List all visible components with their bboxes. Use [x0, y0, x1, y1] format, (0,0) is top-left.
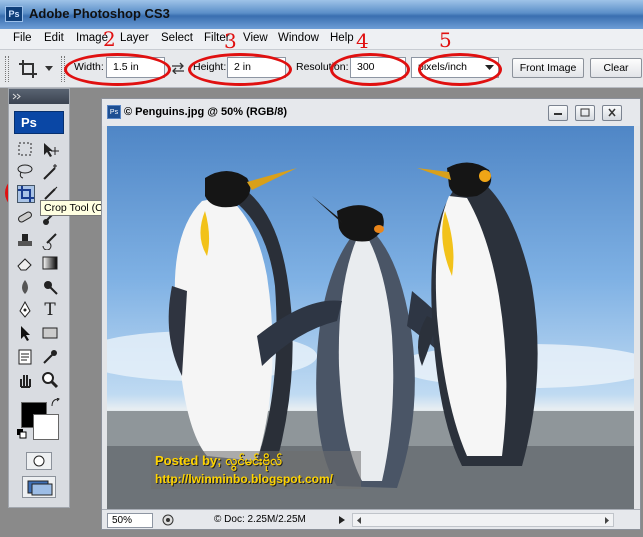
document-size: Doc: 2.25M/2.25M — [224, 514, 306, 525]
maximize-icon — [580, 108, 590, 117]
rectangle-icon[interactable] — [41, 324, 59, 342]
menu-edit[interactable]: Edit — [44, 32, 64, 44]
title-bar: Ps Adobe Photoshop CS3 — [0, 0, 643, 29]
menu-file[interactable]: File — [13, 32, 32, 44]
scroll-left-icon — [357, 517, 361, 524]
zoom-icon[interactable] — [41, 371, 59, 389]
clone-stamp-icon[interactable] — [16, 232, 34, 250]
collapse-arrows-icon[interactable] — [12, 93, 22, 100]
magic-wand-icon[interactable] — [41, 163, 59, 181]
watermark-url: http://lwinminbo.blogspot.com/ — [155, 472, 333, 486]
status-menu-arrow-icon[interactable] — [337, 515, 347, 525]
annotation-number-4: 4 — [356, 29, 369, 53]
close-button[interactable] — [602, 105, 622, 121]
document-title-bar[interactable]: Ps © Penguins.jpg @ 50% (RGB/8) — [102, 99, 640, 126]
background-color-swatch[interactable] — [33, 414, 59, 440]
tools-panel-header[interactable] — [9, 89, 69, 104]
annotation-oval-resolution — [330, 53, 410, 86]
document-status-bar: 50% © Doc: 2.25M/2.25M — [102, 509, 640, 529]
pen-icon[interactable] — [16, 300, 34, 319]
screen-mode-toggle[interactable] — [22, 476, 56, 498]
menu-help[interactable]: Help — [330, 32, 354, 44]
menu-layer[interactable]: Layer — [120, 32, 149, 44]
menu-bar: File Edit Image Layer Select Filter View… — [0, 29, 643, 50]
annotation-oval-width — [64, 53, 171, 86]
menu-view[interactable]: View — [243, 32, 268, 44]
front-image-button[interactable]: Front Image — [512, 58, 584, 78]
marquee-icon[interactable] — [16, 141, 34, 159]
close-icon — [608, 108, 616, 117]
chevron-down-icon[interactable] — [44, 65, 54, 73]
horizontal-scrollbar[interactable] — [352, 513, 614, 527]
photoshop-app-icon: Ps — [5, 6, 23, 22]
crop-tool-preset-icon[interactable] — [18, 59, 40, 79]
swap-colors-icon[interactable] — [51, 398, 61, 408]
default-colors-icon[interactable] — [17, 429, 27, 439]
clear-button[interactable]: Clear — [590, 58, 642, 78]
crop-tool-tooltip: Crop Tool (C) — [40, 200, 111, 216]
minimize-icon — [554, 113, 562, 115]
minimize-button[interactable] — [548, 105, 568, 121]
zoom-level-field[interactable]: 50% — [107, 513, 153, 528]
document-window: Ps © Penguins.jpg @ 50% (RGB/8) Posted b… — [101, 98, 641, 530]
annotation-number-3: 3 — [224, 29, 237, 53]
lasso-icon[interactable] — [16, 163, 34, 181]
eraser-icon[interactable] — [16, 255, 34, 273]
document-info: © Doc: 2.25M/2.25M — [214, 514, 306, 525]
swap-dimensions-icon[interactable] — [171, 62, 185, 74]
healing-brush-icon[interactable] — [16, 209, 34, 227]
document-title: © Penguins.jpg @ 50% (RGB/8) — [124, 106, 288, 118]
photoshop-logo: Ps — [14, 111, 64, 134]
image-canvas[interactable]: Posted by; လွင်မင်းဗိုလ် http://lwinminb… — [107, 126, 634, 509]
quick-mask-toggle[interactable] — [26, 452, 52, 470]
maximize-button[interactable] — [575, 105, 595, 121]
gradient-icon[interactable] — [41, 255, 59, 273]
move-icon[interactable] — [41, 141, 59, 159]
tools-panel: Ps T — [8, 88, 70, 508]
scroll-right-icon — [605, 517, 609, 524]
history-brush-icon[interactable] — [41, 232, 59, 251]
status-options-icon[interactable] — [160, 513, 176, 527]
blur-icon[interactable] — [16, 278, 34, 296]
dodge-icon[interactable] — [41, 278, 59, 296]
annotation-number-5: 5 — [439, 28, 452, 52]
menu-window[interactable]: Window — [278, 32, 319, 44]
type-icon[interactable]: T — [41, 301, 59, 319]
annotation-oval-unit — [418, 53, 502, 86]
document-icon: Ps — [107, 105, 121, 119]
annotation-number-2: 2 — [103, 27, 116, 51]
options-grip[interactable] — [5, 56, 9, 82]
eyedropper-icon[interactable] — [41, 348, 59, 366]
hand-icon[interactable] — [16, 371, 34, 389]
watermark-posted-by: Posted by; လွင်မင်းဗိုလ် — [155, 453, 283, 468]
annotation-oval-height — [188, 53, 292, 86]
menu-select[interactable]: Select — [161, 32, 193, 44]
path-selection-icon[interactable] — [16, 324, 34, 342]
app-title: Adobe Photoshop CS3 — [29, 6, 170, 21]
crop-icon[interactable] — [17, 185, 35, 203]
notes-icon[interactable] — [16, 348, 34, 366]
